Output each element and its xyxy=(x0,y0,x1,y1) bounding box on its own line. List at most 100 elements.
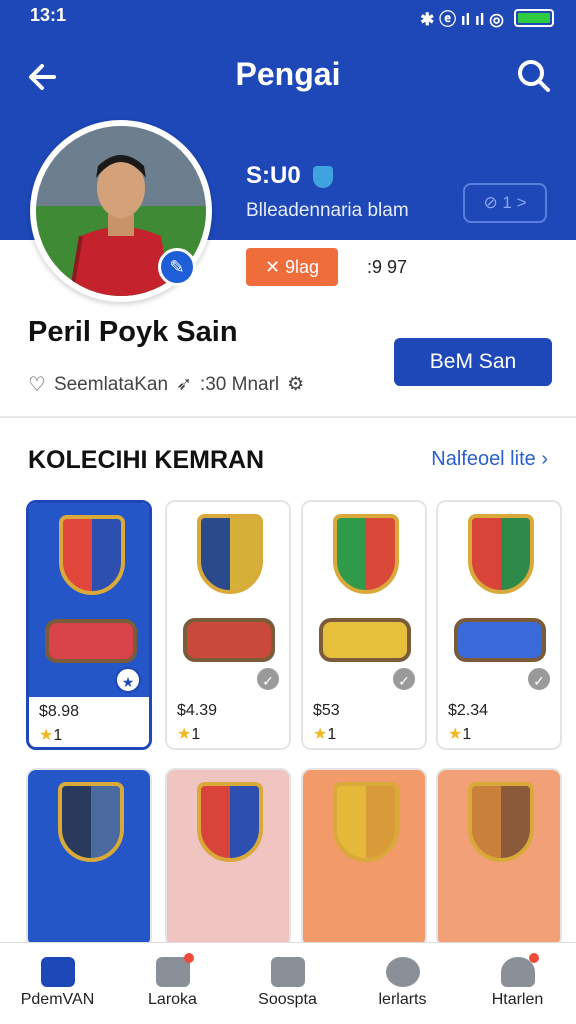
item-price: $4.39 xyxy=(177,702,218,719)
profile-icon xyxy=(500,953,539,987)
page-title: Pengai xyxy=(235,56,341,92)
nav-label: lerlarts xyxy=(378,991,427,1008)
item-info: $2.34 ★1 xyxy=(438,696,560,748)
see-more-label: Nalfeoel lite xyxy=(431,448,536,470)
item-image xyxy=(28,770,150,946)
search-button[interactable] xyxy=(514,56,554,96)
section-title: KOLECIHI KEMRAN xyxy=(28,446,265,474)
item-badge-icon[interactable]: ✓ xyxy=(255,666,281,692)
item-image: ✓ xyxy=(438,502,560,696)
item-image xyxy=(167,770,289,946)
item-image xyxy=(438,770,560,946)
item-rating: ★1 xyxy=(313,724,415,744)
profile-stat-value: S:U0 xyxy=(246,162,301,189)
home-icon xyxy=(40,957,75,987)
status-bar: 13:1 ✱ ⓔ ıl ıl ◎ xyxy=(0,0,576,32)
item-image: ★ xyxy=(29,503,149,697)
shield-icon xyxy=(197,514,263,594)
item-price: $53 xyxy=(313,702,340,719)
send-icon: ➶ xyxy=(176,374,192,395)
heart-icon[interactable]: ♡ xyxy=(28,372,46,397)
item-card[interactable]: ★ $8.98 ★1 xyxy=(26,500,152,750)
profile-stat: S:U0 xyxy=(246,162,334,190)
belt-icon xyxy=(319,618,411,662)
nav-item-wallet[interactable]: Soospta xyxy=(230,943,345,1024)
nav-label: Soospta xyxy=(258,991,317,1008)
item-price: $8.98 xyxy=(39,703,80,720)
profile-meta: ♡ SeemlataKan ➶ :30 Mnarl ⚙ xyxy=(28,372,304,397)
item-card[interactable] xyxy=(26,768,152,948)
item-info: $53 ★1 xyxy=(303,696,425,748)
divider xyxy=(0,416,576,418)
item-price: $2.34 xyxy=(448,702,489,719)
item-image: ✓ xyxy=(303,502,425,696)
profile-name: Peril Poyk Sain xyxy=(28,316,238,348)
item-image xyxy=(303,770,425,946)
shield-icon xyxy=(333,782,399,862)
shield-icon xyxy=(468,514,534,594)
see-more-link[interactable]: Nalfeoel lite › xyxy=(431,448,548,471)
edit-badge-icon[interactable]: ✎ xyxy=(158,248,196,286)
item-badge-icon[interactable]: ✓ xyxy=(526,666,552,692)
shield-icon xyxy=(59,515,125,595)
item-badge-icon[interactable]: ★ xyxy=(115,667,141,693)
top-app-bar: Pengai xyxy=(0,50,576,102)
item-rating: ★1 xyxy=(448,724,550,744)
item-card[interactable] xyxy=(436,768,562,948)
item-rating: ★1 xyxy=(177,724,279,744)
count-label: :9 97 xyxy=(352,248,422,286)
nav-label: Laroka xyxy=(148,991,197,1008)
star-icon: ★ xyxy=(448,726,463,743)
profile-subtitle: Blleadennaria blam xyxy=(246,200,409,221)
shield-icon xyxy=(313,165,334,188)
battery-icon xyxy=(514,8,554,27)
belt-icon xyxy=(45,619,137,663)
bottom-nav: PdemVAN Laroka Soospta lerlarts Htarlen xyxy=(0,942,576,1024)
star-icon: ★ xyxy=(313,726,328,743)
nav-item-shop[interactable]: Laroka xyxy=(115,943,230,1024)
tag-badge[interactable]: ✕ 9lag xyxy=(246,248,338,286)
status-time: 13:1 xyxy=(30,5,67,25)
item-card[interactable] xyxy=(301,768,427,948)
item-info: $8.98 ★1 xyxy=(29,697,149,747)
nav-item-home[interactable]: PdemVAN xyxy=(0,943,115,1024)
notification-dot xyxy=(183,953,194,963)
item-badge-icon[interactable]: ✓ xyxy=(391,666,417,692)
star-icon: ★ xyxy=(39,727,54,744)
search-icon xyxy=(518,60,550,92)
shield-icon xyxy=(468,782,534,862)
outline-button[interactable]: ⊘ 1 > xyxy=(463,183,547,223)
shield-icon xyxy=(197,782,263,862)
shop-icon xyxy=(155,953,194,987)
nav-item-clock[interactable]: lerlarts xyxy=(345,943,460,1024)
nav-label: PdemVAN xyxy=(20,991,95,1008)
star-icon: ★ xyxy=(177,726,192,743)
status-glyphs: ✱ ⓔ ıl ıl ◎ xyxy=(420,10,504,29)
nav-item-profile[interactable]: Htarlen xyxy=(460,943,575,1024)
shield-icon xyxy=(58,782,124,862)
primary-action-button[interactable]: BeM San xyxy=(394,338,552,386)
item-image: ✓ xyxy=(167,502,289,696)
settings-icon[interactable]: ⚙ xyxy=(287,373,304,396)
item-info: $4.39 ★1 xyxy=(167,696,289,748)
meta-text: SeemlataKan xyxy=(53,373,169,395)
item-card[interactable]: ✓ $53 ★1 xyxy=(301,500,427,750)
notification-dot xyxy=(528,953,539,963)
item-card[interactable] xyxy=(165,768,291,948)
meta-count: :30 Mnarl xyxy=(199,373,280,395)
rating-value: 1 xyxy=(327,726,337,743)
item-card[interactable]: ✓ $4.39 ★1 xyxy=(165,500,291,750)
wallet-icon xyxy=(270,957,305,987)
chevron-right-icon: › xyxy=(541,448,548,470)
shield-icon xyxy=(333,514,399,594)
nav-label: Htarlen xyxy=(491,991,544,1008)
belt-icon xyxy=(183,618,275,662)
status-icons: ✱ ⓔ ıl ıl ◎ xyxy=(420,5,554,30)
rating-value: 1 xyxy=(53,727,63,744)
item-card[interactable]: ✓ $2.34 ★1 xyxy=(436,500,562,750)
belt-icon xyxy=(454,618,546,662)
item-rating: ★1 xyxy=(39,725,139,745)
rating-value: 1 xyxy=(462,726,472,743)
clock-icon xyxy=(385,957,420,987)
rating-value: 1 xyxy=(191,726,201,743)
